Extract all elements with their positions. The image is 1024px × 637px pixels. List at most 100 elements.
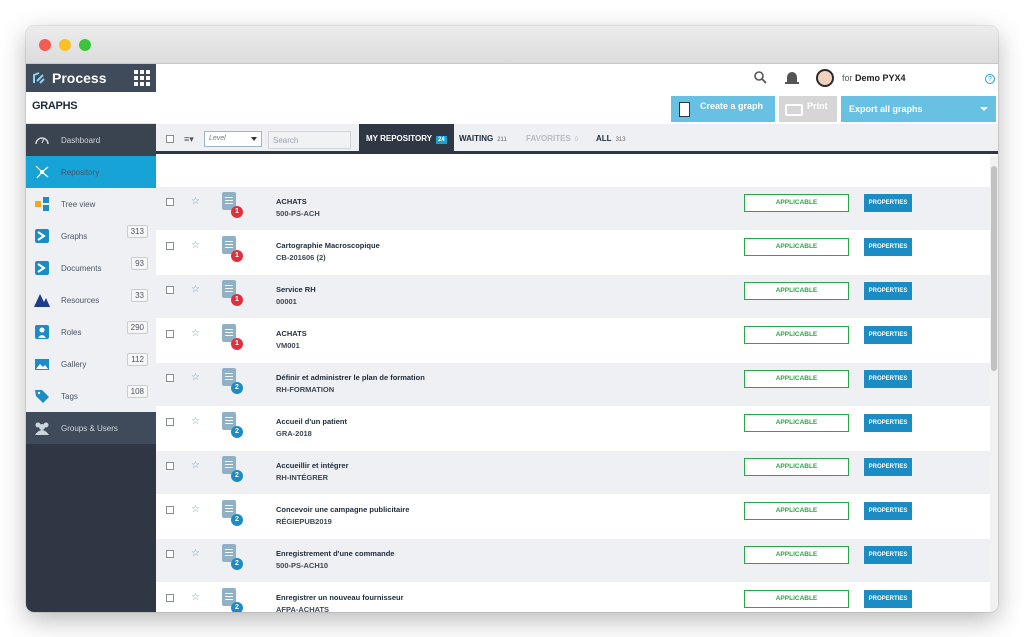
sidebar-item-groups-users[interactable]: Groups & Users: [26, 412, 156, 444]
search-input[interactable]: Search: [268, 131, 351, 149]
version-badge: 1: [231, 294, 243, 306]
create-graph-label: Create a graph: [700, 101, 764, 111]
scrollbar-thumb[interactable]: [991, 166, 997, 371]
row-checkbox[interactable]: [166, 330, 174, 338]
star-favorite-icon[interactable]: ☆: [191, 328, 200, 339]
table-row[interactable]: ☆ 2 Définir et administrer le plan de form…: [156, 363, 990, 407]
row-checkbox[interactable]: [166, 462, 174, 470]
version-badge: 1: [231, 338, 243, 350]
select-all-checkbox[interactable]: [166, 135, 174, 143]
properties-button[interactable]: PROPERTIES: [864, 194, 912, 212]
table-row[interactable]: ☆ 1 ACHATS 500-PS-ACH APPLICABLE PROPERTIES: [156, 187, 990, 231]
scrollbar[interactable]: [990, 156, 998, 612]
row-checkbox[interactable]: [166, 550, 174, 558]
row-checkbox[interactable]: [166, 418, 174, 426]
tab-label: MY REPOSITORY: [366, 134, 433, 143]
star-favorite-icon[interactable]: ☆: [191, 504, 200, 515]
graph-title[interactable]: ACHATS: [276, 197, 307, 206]
applicable-status-badge: APPLICABLE: [744, 546, 849, 564]
repository-network-icon: [35, 165, 49, 179]
row-checkbox[interactable]: [166, 506, 174, 514]
sidebar-item-tags[interactable]: Tags 108: [26, 380, 156, 412]
applicable-status-badge: APPLICABLE: [744, 282, 849, 300]
user-label[interactable]: for Demo PYX4: [842, 73, 906, 83]
table-row[interactable]: ☆ 1 Service RH 00001 APPLICABLE PROPERTIES: [156, 275, 990, 319]
search-icon[interactable]: [754, 71, 767, 84]
sidebar-item-roles[interactable]: Roles 290: [26, 316, 156, 348]
graph-code: VM001: [276, 341, 300, 350]
main-content: for Demo PYX4 ? Create a graph Print Exp…: [156, 64, 998, 612]
properties-button[interactable]: PROPERTIES: [864, 414, 912, 432]
row-checkbox[interactable]: [166, 594, 174, 602]
row-checkbox[interactable]: [166, 242, 174, 250]
version-badge: 2: [231, 382, 243, 394]
properties-button[interactable]: PROPERTIES: [864, 238, 912, 256]
properties-button[interactable]: PROPERTIES: [864, 370, 912, 388]
graph-title[interactable]: Cartographie Macroscopique: [276, 241, 380, 250]
properties-button[interactable]: PROPERTIES: [864, 546, 912, 564]
row-checkbox[interactable]: [166, 286, 174, 294]
minimize-window-button[interactable]: [59, 39, 71, 51]
tab-all[interactable]: ALL 313: [596, 124, 626, 151]
export-all-graphs-button[interactable]: Export all graphs: [841, 96, 996, 122]
bell-notifications-icon[interactable]: [784, 70, 800, 86]
graph-title[interactable]: Enregistrer un nouveau fournisseur: [276, 593, 404, 602]
sidebar-item-gallery[interactable]: Gallery 112: [26, 348, 156, 380]
list-options-icon[interactable]: ≡▾: [184, 134, 194, 145]
sidebar-item-tree-view[interactable]: Tree view: [26, 188, 156, 220]
sidebar-item-resources[interactable]: Resources 33: [26, 284, 156, 316]
properties-button[interactable]: PROPERTIES: [864, 282, 912, 300]
table-row[interactable]: ☆ 2 Enregistrement d'une commande 500-PS-AC…: [156, 539, 990, 583]
star-favorite-icon[interactable]: ☆: [191, 196, 200, 207]
chevron-down-icon: [980, 107, 988, 111]
sidebar-item-graphs[interactable]: Graphs 313: [26, 220, 156, 252]
star-favorite-icon[interactable]: ☆: [191, 416, 200, 427]
star-favorite-icon[interactable]: ☆: [191, 592, 200, 603]
star-favorite-icon[interactable]: ☆: [191, 284, 200, 295]
graph-title[interactable]: Enregistrement d'une commande: [276, 549, 394, 558]
table-row[interactable]: ☆ 1 ACHATS VM001 APPLICABLE PROPERTIES: [156, 319, 990, 363]
sidebar-item-repository[interactable]: Repository: [26, 156, 156, 188]
table-row[interactable]: ☆ 2 Concevoir une campagne publicitaire RÉG…: [156, 495, 990, 539]
table-row[interactable]: ☆ 2 Accueil d'un patient GRA-2018 APPLICABLE…: [156, 407, 990, 451]
tab-my-repository[interactable]: MY REPOSITORY 24: [359, 124, 454, 151]
maximize-window-button[interactable]: [79, 39, 91, 51]
print-button[interactable]: Print: [779, 96, 837, 122]
graph-title[interactable]: Service RH: [276, 285, 316, 294]
dashboard-gauge-icon: [35, 137, 49, 145]
properties-button[interactable]: PROPERTIES: [864, 590, 912, 608]
version-badge: 1: [231, 250, 243, 262]
version-badge: 2: [231, 514, 243, 526]
close-window-button[interactable]: [39, 39, 51, 51]
table-row[interactable]: ☆ 1 Cartographie Macroscopique CB-201606 (2…: [156, 231, 990, 275]
star-favorite-icon[interactable]: ☆: [191, 240, 200, 251]
sidebar-item-count: 93: [131, 257, 148, 270]
sidebar-item-documents[interactable]: Documents 93: [26, 252, 156, 284]
tab-waiting[interactable]: WAITING 211: [459, 124, 507, 151]
app-window: Process GRAPHS Dashboard Repository Tree…: [26, 26, 998, 612]
graph-title[interactable]: Définir et administrer le plan de format…: [276, 373, 425, 382]
star-favorite-icon[interactable]: ☆: [191, 372, 200, 383]
star-favorite-icon[interactable]: ☆: [191, 460, 200, 471]
graph-title[interactable]: Accueillir et intégrer: [276, 461, 349, 470]
properties-button[interactable]: PROPERTIES: [864, 326, 912, 344]
star-favorite-icon[interactable]: ☆: [191, 548, 200, 559]
sidebar-item-dashboard[interactable]: Dashboard: [26, 124, 156, 156]
row-checkbox[interactable]: [166, 374, 174, 382]
create-graph-button[interactable]: Create a graph: [671, 96, 775, 122]
apps-grid-icon[interactable]: [134, 70, 150, 86]
table-row[interactable]: ☆ 2 Accueillir et intégrer RH-INTÉGRER APPLI…: [156, 451, 990, 495]
properties-button[interactable]: PROPERTIES: [864, 502, 912, 520]
graph-title[interactable]: ACHATS: [276, 329, 307, 338]
row-checkbox[interactable]: [166, 198, 174, 206]
user-avatar[interactable]: [816, 69, 834, 87]
graph-title[interactable]: Accueil d'un patient: [276, 417, 347, 426]
help-icon[interactable]: ?: [985, 74, 995, 84]
table-row[interactable]: ☆ 2 Enregistrer un nouveau fournisseur AFPA…: [156, 583, 990, 612]
properties-button[interactable]: PROPERTIES: [864, 458, 912, 476]
graph-title[interactable]: Concevoir une campagne publicitaire: [276, 505, 409, 514]
tab-favorites[interactable]: FAVORITES 0: [526, 124, 578, 151]
sidebar-item-count: 112: [127, 353, 148, 366]
tab-count: 313: [615, 137, 626, 143]
level-select[interactable]: Level: [204, 131, 262, 147]
